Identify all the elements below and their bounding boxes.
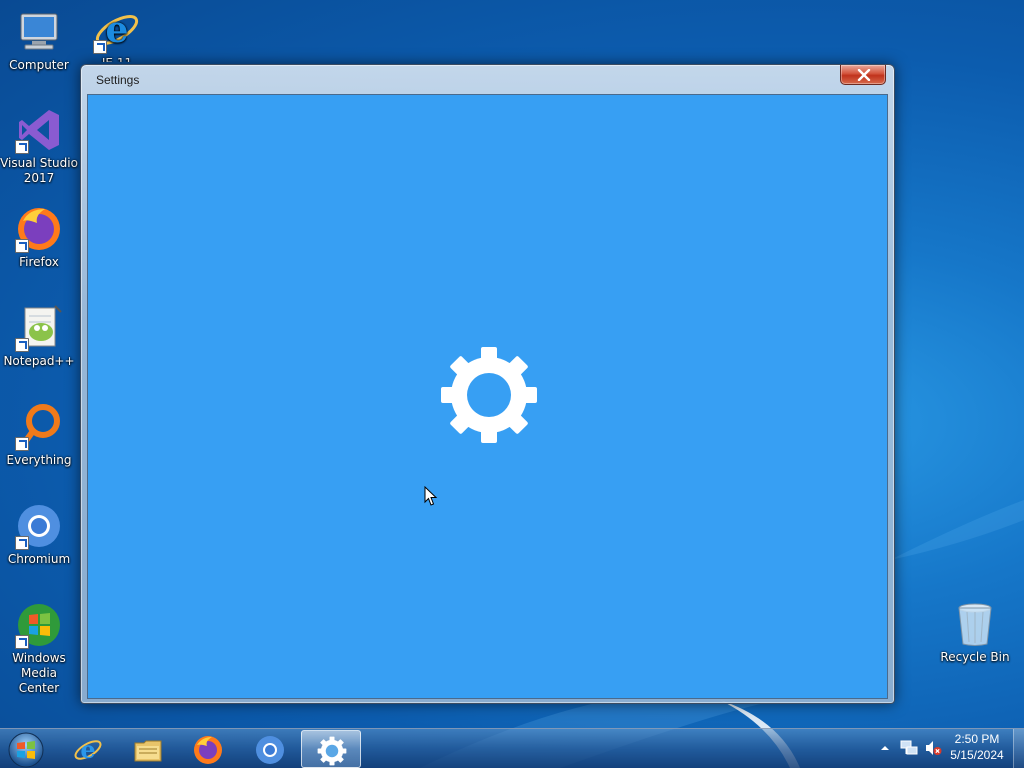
taskbar-ie-button[interactable]: e — [58, 730, 118, 768]
taskbar-firefox-button[interactable] — [178, 730, 238, 768]
mouse-cursor-icon — [424, 486, 438, 506]
desktop-icon-label: Everything — [6, 453, 72, 467]
clock-time: 2:50 PM — [954, 732, 1000, 746]
folder-icon — [134, 740, 162, 762]
taskbar-explorer-button[interactable] — [118, 730, 178, 768]
taskbar-chromium-button[interactable] — [240, 730, 300, 768]
system-clock[interactable]: 2:50 PM 5/15/2024 — [946, 731, 1008, 763]
desktop-icon-computer[interactable]: Computer — [0, 8, 78, 73]
notepad-plus-plus-icon — [15, 304, 63, 352]
internet-explorer-icon: e — [74, 735, 102, 764]
windows-logo-icon — [8, 732, 44, 768]
shortcut-arrow-icon — [15, 635, 29, 649]
taskbar-settings-button[interactable] — [301, 730, 361, 768]
desktop-icon-label: Recycle Bin — [940, 650, 1010, 664]
desktop-icon-visual-studio[interactable]: Visual Studio 2017 — [0, 106, 78, 186]
show-desktop-button[interactable] — [1013, 729, 1024, 768]
show-hidden-icons-icon[interactable] — [880, 744, 890, 752]
desktop-icon-ie[interactable]: e IE 11 — [78, 6, 156, 62]
desktop-icon-firefox[interactable]: Firefox — [0, 205, 78, 270]
desktop-icon-recycle-bin[interactable]: Recycle Bin — [936, 600, 1014, 665]
internet-explorer-icon: e — [93, 6, 141, 54]
svg-text:e: e — [106, 9, 129, 51]
desktop-icon-label: Chromium — [7, 552, 71, 566]
shortcut-arrow-icon — [93, 40, 107, 54]
volume-muted-icon[interactable] — [924, 740, 942, 756]
everything-icon — [15, 403, 63, 451]
taskbar: e — [0, 728, 1024, 768]
recycle-bin-icon — [951, 600, 999, 648]
gear-icon — [317, 736, 347, 766]
shortcut-arrow-icon — [15, 536, 29, 550]
desktop-icon-label: IE 11 — [78, 56, 156, 62]
desktop-icon-chromium[interactable]: Chromium — [0, 502, 78, 567]
desktop-icon-label: Computer — [9, 58, 69, 72]
chromium-icon — [256, 736, 284, 764]
shortcut-arrow-icon — [15, 437, 29, 451]
firefox-icon — [194, 736, 222, 764]
settings-window[interactable]: Settings — [80, 64, 895, 704]
desktop-icon-label: Visual Studio 2017 — [0, 156, 78, 185]
desktop-icon-notepadpp[interactable]: Notepad++ — [0, 304, 78, 369]
desktop-icon-label: Windows Media Center — [12, 651, 66, 695]
desktop-icon-everything[interactable]: Everything — [0, 403, 78, 468]
shortcut-arrow-icon — [15, 338, 29, 352]
clock-date: 5/15/2024 — [950, 748, 1004, 762]
start-button[interactable] — [6, 731, 46, 768]
window-title: Settings — [96, 73, 140, 87]
close-button[interactable] — [840, 65, 886, 85]
gear-icon — [441, 347, 537, 443]
shortcut-arrow-icon — [15, 239, 29, 253]
windows-media-center-icon — [15, 601, 63, 649]
desktop-icon-media-center[interactable]: Windows Media Center — [0, 601, 78, 696]
window-client-area — [87, 94, 888, 699]
computer-icon — [15, 8, 63, 56]
visual-studio-icon — [15, 106, 63, 154]
chromium-icon — [15, 502, 63, 550]
shortcut-arrow-icon — [15, 140, 29, 154]
svg-text:e: e — [80, 735, 95, 764]
firefox-icon — [15, 205, 63, 253]
desktop-icon-label: Notepad++ — [3, 354, 75, 368]
desktop-icon-label: Firefox — [19, 255, 59, 269]
network-icon[interactable] — [900, 740, 918, 756]
close-icon — [857, 69, 871, 81]
